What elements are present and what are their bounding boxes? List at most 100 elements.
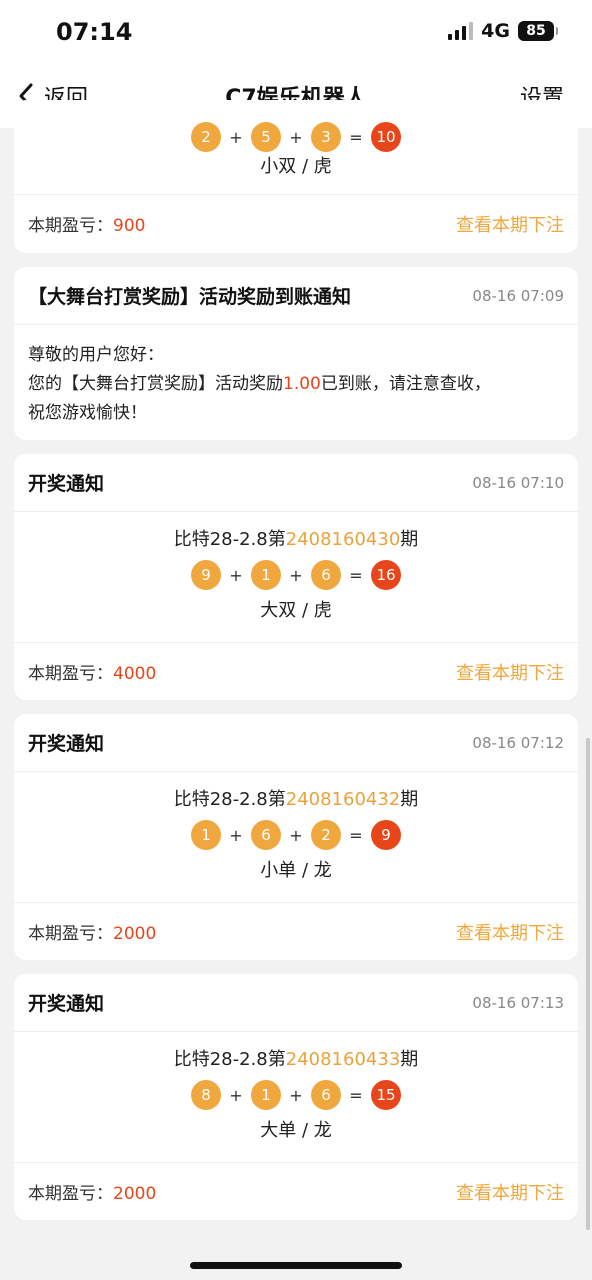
ball: 9 <box>191 560 221 590</box>
equals-sign: = <box>349 1085 363 1105</box>
card-footer: 本期盈亏：2000 查看本期下注 <box>14 903 578 960</box>
draw-result: 大单 / 龙 <box>260 1120 332 1141</box>
plus-sign: + <box>229 565 243 585</box>
draw-body: 比特28-2.8第2408160430期 9 + 1 + 6 = 16 大双 /… <box>14 512 578 643</box>
profit-text: 本期盈亏：2000 <box>28 1179 156 1204</box>
plus-sign: + <box>229 127 243 147</box>
card-time: 08-16 07:10 <box>472 473 564 492</box>
profit-value: 2000 <box>113 1184 157 1204</box>
notice-body: 尊敬的用户您好： 您的【大舞台打赏奖励】活动奖励1.00已到账，请注意查收， 祝… <box>14 325 578 428</box>
draw-card: 开奖通知 08-16 07:10 比特28-2.8第2408160430期 9 … <box>14 454 578 700</box>
sum-ball: 15 <box>371 1080 401 1110</box>
ball: 6 <box>251 820 281 850</box>
reward-notice-card: 【大舞台打赏奖励】活动奖励到账通知 08-16 07:09 尊敬的用户您好： 您… <box>14 267 578 440</box>
balls-row: 8 + 1 + 6 = 15 <box>14 1074 578 1116</box>
status-bar: 07:14 4G 85 <box>0 0 592 66</box>
notice-prefix: 您的【大舞台打赏奖励】活动奖励 <box>28 374 283 394</box>
ball: 3 <box>311 122 341 152</box>
card-time: 08-16 07:09 <box>472 286 564 305</box>
scrollbar[interactable] <box>586 738 590 1230</box>
notice-message: 您的【大舞台打赏奖励】活动奖励1.00已到账，请注意查收， <box>28 370 564 399</box>
sum-ball: 10 <box>371 122 401 152</box>
ball: 2 <box>191 122 221 152</box>
notice-greeting: 尊敬的用户您好： <box>28 345 164 365</box>
draw-body: 2 + 5 + 3 = 10 小双 / 虎 <box>14 100 578 195</box>
period-prefix: 比特28-2.8第 <box>173 789 286 810</box>
period-suffix: 期 <box>400 1049 419 1070</box>
period-number: 2408160430 <box>285 529 401 550</box>
sum-ball: 16 <box>371 560 401 590</box>
profit-label: 本期盈亏： <box>28 924 113 944</box>
ball: 1 <box>251 1080 281 1110</box>
card-footer: 本期盈亏：4000 查看本期下注 <box>14 643 578 700</box>
equals-sign: = <box>349 127 363 147</box>
profit-value: 4000 <box>113 664 157 684</box>
draw-body: 比特28-2.8第2408160433期 8 + 1 + 6 = 15 大单 /… <box>14 1032 578 1163</box>
card-footer: 本期盈亏：900 查看本期下注 <box>14 195 578 252</box>
card-header: 开奖通知 08-16 07:12 <box>14 714 578 772</box>
view-bets-link[interactable]: 查看本期下注 <box>456 919 564 945</box>
card-footer: 本期盈亏：2000 查看本期下注 <box>14 1163 578 1220</box>
notice-closing: 祝您游戏愉快！ <box>28 403 147 423</box>
period-suffix: 期 <box>400 789 419 810</box>
profit-label: 本期盈亏： <box>28 664 113 684</box>
signal-icon <box>448 22 474 40</box>
ball: 1 <box>191 820 221 850</box>
ball: 1 <box>251 560 281 590</box>
period-prefix: 比特28-2.8第 <box>173 1049 286 1070</box>
card-header: 开奖通知 08-16 07:13 <box>14 974 578 1032</box>
balls-row: 1 + 6 + 2 = 9 <box>14 814 578 856</box>
period-line: 比特28-2.8第2408160432期 <box>14 786 578 814</box>
plus-sign: + <box>289 825 303 845</box>
profit-value: 2000 <box>113 924 157 944</box>
view-bets-link[interactable]: 查看本期下注 <box>456 1179 564 1205</box>
draw-result: 小单 / 龙 <box>260 860 332 881</box>
card-title: 开奖通知 <box>28 473 105 495</box>
ball: 8 <box>191 1080 221 1110</box>
draw-card-partial: 2 + 5 + 3 = 10 小双 / 虎 本期盈亏：900 查看本期下注 <box>14 100 578 253</box>
plus-sign: + <box>229 1085 243 1105</box>
period-line: 比特28-2.8第2408160433期 <box>14 1046 578 1074</box>
profit-label: 本期盈亏： <box>28 216 113 236</box>
card-header: 【大舞台打赏奖励】活动奖励到账通知 08-16 07:09 <box>14 267 578 325</box>
plus-sign: + <box>289 127 303 147</box>
period-prefix: 比特28-2.8第 <box>173 529 286 550</box>
sum-ball: 9 <box>371 820 401 850</box>
battery-icon: 85 <box>518 21 558 41</box>
card-time: 08-16 07:12 <box>472 733 564 752</box>
draw-body: 比特28-2.8第2408160432期 1 + 6 + 2 = 9 小单 / … <box>14 772 578 903</box>
profit-label: 本期盈亏： <box>28 1184 113 1204</box>
view-bets-link[interactable]: 查看本期下注 <box>456 211 564 237</box>
period-number: 2408160433 <box>285 1049 401 1070</box>
network-label: 4G <box>481 20 510 42</box>
home-indicator[interactable] <box>190 1262 402 1269</box>
period-suffix: 期 <box>400 529 419 550</box>
equals-sign: = <box>349 565 363 585</box>
profit-value: 900 <box>113 216 146 236</box>
view-bets-link[interactable]: 查看本期下注 <box>456 659 564 685</box>
reward-amount: 1.00 <box>283 374 321 394</box>
period-line: 比特28-2.8第2408160430期 <box>14 526 578 554</box>
card-title: 开奖通知 <box>28 733 105 755</box>
card-title: 【大舞台打赏奖励】活动奖励到账通知 <box>28 286 352 308</box>
equals-sign: = <box>349 825 363 845</box>
card-header: 开奖通知 08-16 07:10 <box>14 454 578 512</box>
draw-result: 小双 / 虎 <box>260 156 332 177</box>
period-number: 2408160432 <box>285 789 401 810</box>
plus-sign: + <box>289 1085 303 1105</box>
card-title: 开奖通知 <box>28 993 105 1015</box>
ball: 6 <box>311 1080 341 1110</box>
profit-text: 本期盈亏：2000 <box>28 919 156 944</box>
draw-card: 开奖通知 08-16 07:13 比特28-2.8第2408160433期 8 … <box>14 974 578 1220</box>
profit-text: 本期盈亏：900 <box>28 211 145 236</box>
plus-sign: + <box>289 565 303 585</box>
status-time: 07:14 <box>56 18 133 46</box>
draw-card: 开奖通知 08-16 07:12 比特28-2.8第2408160432期 1 … <box>14 714 578 960</box>
draw-result: 大双 / 虎 <box>260 600 332 621</box>
profit-text: 本期盈亏：4000 <box>28 659 156 684</box>
status-indicators: 4G 85 <box>448 20 558 42</box>
plus-sign: + <box>229 825 243 845</box>
notice-suffix: 已到账，请注意查收， <box>320 374 491 394</box>
ball: 6 <box>311 560 341 590</box>
balls-row: 9 + 1 + 6 = 16 <box>14 554 578 596</box>
